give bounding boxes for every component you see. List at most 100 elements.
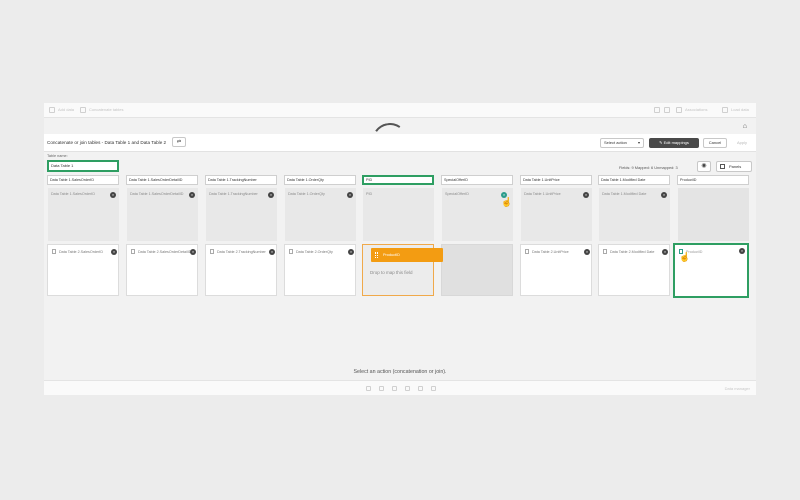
field-label: Data Table 1.UnitPrice — [524, 192, 561, 196]
cancel-button[interactable]: Cancel — [703, 138, 727, 148]
delete-icon[interactable] — [418, 386, 423, 391]
eye-icon: ◉ — [701, 163, 707, 169]
chevron-down-icon: ▾ — [637, 140, 640, 145]
field-label: Data Table 1.OrderQty — [288, 192, 325, 196]
table1-field[interactable]: SpecialOfferID × — [442, 188, 513, 241]
column-header-input[interactable]: ProductID — [677, 175, 749, 185]
associations-link[interactable]: Associations — [685, 107, 707, 112]
field-label: Data Table 2.OrderQty — [296, 250, 333, 254]
close-icon[interactable]: × — [190, 249, 196, 255]
data-manager-label[interactable]: Data manager — [725, 386, 750, 391]
document-icon — [603, 249, 607, 254]
column-header-input[interactable]: Data Table 1.TrackingNumber — [205, 175, 277, 185]
preview-toggle-button[interactable]: ◉ — [697, 161, 711, 172]
load-icon — [722, 107, 728, 113]
table2-field[interactable]: Data Table 2.SalesOrderDetailID × — [126, 244, 198, 296]
close-icon[interactable]: × — [584, 249, 590, 255]
redo-icon[interactable] — [664, 107, 670, 113]
field-label: Data Table 2.SalesOrderDetailID — [138, 250, 192, 254]
redo-icon[interactable] — [379, 386, 384, 391]
hand-cursor-icon: ☝ — [679, 252, 691, 262]
add-icon[interactable] — [49, 107, 55, 113]
table1-field-empty — [678, 188, 749, 241]
undo-icon[interactable] — [366, 386, 371, 391]
document-icon — [131, 249, 135, 254]
edit-icon: ✎ — [659, 140, 663, 145]
edit-mappings-label: Edit mappings — [663, 140, 689, 145]
column-header-input[interactable]: SpecialOfferID — [441, 175, 513, 185]
close-icon[interactable]: × — [347, 192, 353, 198]
home-icon[interactable]: ⌂ — [743, 123, 747, 130]
table1-field[interactable]: Data Table 1.SalesOrderID × — [48, 188, 119, 241]
column-header-input[interactable]: Data Table 1.OrderQty — [284, 175, 356, 185]
column-header-input[interactable]: Data Table 1.SalesOrderDetailID — [126, 175, 198, 185]
table2-field[interactable]: Data Table 2.UnitPrice × — [520, 244, 592, 296]
close-icon[interactable]: × — [111, 249, 117, 255]
field-label: Data Table 2.Modified Date — [610, 250, 655, 254]
load-data-button[interactable]: Load data — [731, 107, 749, 112]
bottom-toolbar: Data manager — [44, 380, 756, 395]
table1-field[interactable]: Data Table 1.Modified Date × — [599, 188, 670, 241]
close-icon[interactable]: × — [110, 192, 116, 198]
close-icon[interactable]: × — [661, 192, 667, 198]
dragged-field-label: ProductID — [383, 253, 400, 257]
edit-icon[interactable] — [392, 386, 397, 391]
document-icon — [289, 249, 293, 254]
document-icon — [52, 249, 56, 254]
field-label: Data Table 2.UnitPrice — [532, 250, 569, 254]
document-icon — [525, 249, 529, 254]
swap-icon: ⇄ — [176, 139, 182, 145]
close-icon[interactable]: × — [189, 192, 195, 198]
grid-icon — [720, 164, 725, 169]
data-manager-window: Add data Concatenate tables Associations… — [44, 103, 756, 395]
field-label: Data Table 2.TrackingNumber — [217, 250, 266, 254]
close-icon[interactable]: × — [269, 249, 275, 255]
undo-icon[interactable] — [654, 107, 660, 113]
table-icon — [80, 107, 86, 113]
table2-field[interactable]: Data Table 2.SalesOrderID × — [47, 244, 119, 296]
select-action-dropdown[interactable]: Select action ▾ — [600, 138, 644, 148]
swap-tables-button[interactable]: ⇄ — [172, 137, 186, 147]
table2-field[interactable]: Data Table 2.OrderQty × — [284, 244, 356, 296]
close-icon[interactable]: × — [583, 192, 589, 198]
apply-button[interactable]: Apply — [732, 138, 752, 148]
close-icon[interactable]: × — [662, 249, 668, 255]
table1-field[interactable]: Data Table 1.UnitPrice × — [521, 188, 592, 241]
field-label: Data Table 1.SalesOrderDetailID — [130, 192, 184, 196]
panels-button[interactable]: Panels — [716, 161, 752, 172]
close-icon[interactable]: × — [268, 192, 274, 198]
field-label: Data Table 1.Modified Date — [602, 192, 647, 196]
field-label: Data Table 2.SalesOrderID — [59, 250, 103, 254]
table2-field[interactable]: Data Table 2.TrackingNumber × — [205, 244, 277, 296]
panels-label: Panels — [729, 164, 742, 169]
dragged-field-chip[interactable]: ProductID — [371, 248, 443, 262]
hand-cursor-icon: ☝ — [501, 197, 513, 207]
close-icon[interactable]: × — [348, 249, 354, 255]
field-label: SpecialOfferID — [445, 192, 469, 196]
column-header-input-selected[interactable]: PID — [362, 175, 434, 185]
table2-field-empty — [441, 244, 513, 296]
table-name-input[interactable]: Data Table 1 — [47, 160, 119, 172]
field-label: Data Table 1.TrackingNumber — [209, 192, 258, 196]
close-icon[interactable]: × — [739, 248, 745, 254]
add-data-link[interactable]: Add data — [58, 107, 74, 112]
fields-summary: Fields: 9 Mapped: 6 Unmapped: 3 — [619, 165, 678, 170]
table1-field[interactable]: Data Table 1.OrderQty × — [285, 188, 356, 241]
split-icon[interactable] — [405, 386, 410, 391]
table2-field[interactable]: Data Table 2.Modified Date × — [598, 244, 670, 296]
status-message: Select an action (concatenation or join)… — [353, 369, 447, 375]
column-header-input[interactable]: Data Table 1.UnitPrice — [520, 175, 592, 185]
drag-handle-icon — [375, 252, 378, 258]
edit-mappings-button[interactable]: ✎ Edit mappings — [649, 138, 699, 148]
table1-field[interactable]: Data Table 1.SalesOrderDetailID × — [127, 188, 198, 241]
column-header-input[interactable]: Data Table 1.Modified Date — [598, 175, 670, 185]
top-toolbar: Add data Concatenate tables Associations… — [44, 103, 756, 118]
field-label: PID — [366, 192, 373, 196]
select-action-label: Select action — [604, 140, 627, 145]
more-icon[interactable] — [431, 386, 436, 391]
table1-field[interactable]: Data Table 1.TrackingNumber × — [206, 188, 277, 241]
drop-hint: Drop to map this field — [370, 270, 413, 275]
table1-field[interactable]: PID — [363, 188, 434, 241]
column-header-input[interactable]: Data Table 1.SalesOrderID — [47, 175, 119, 185]
concatenate-tables-link[interactable]: Concatenate tables — [89, 107, 123, 112]
